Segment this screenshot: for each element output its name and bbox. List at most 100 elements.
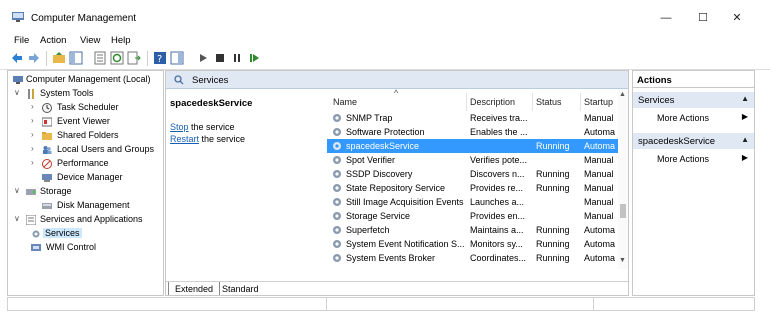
- scroll-down-icon[interactable]: ▼: [619, 257, 626, 264]
- chevron-right-icon[interactable]: ›: [31, 116, 39, 125]
- service-startup: Manual: [584, 113, 614, 123]
- gear-icon: [333, 142, 341, 150]
- vertical-scrollbar[interactable]: ▲ ▼: [618, 89, 628, 269]
- help-icon[interactable]: ?: [153, 51, 167, 65]
- close-button[interactable]: ✕: [722, 8, 752, 28]
- chevron-right-icon[interactable]: ›: [31, 144, 39, 153]
- service-name: SSDP Discovery: [346, 169, 413, 179]
- chevron-right-icon[interactable]: ›: [31, 102, 39, 111]
- tree-item-label: Services and Applications: [40, 214, 143, 224]
- actions-group-services[interactable]: Services ▲: [633, 92, 754, 108]
- forward-icon[interactable]: [27, 51, 41, 65]
- maximize-button[interactable]: ☐: [688, 8, 718, 28]
- toolbar-divider: [46, 51, 47, 66]
- pause-service-icon[interactable]: [230, 51, 244, 65]
- table-row[interactable]: Software Protection Enables the ... Auto…: [327, 125, 618, 139]
- table-row[interactable]: SSDP Discovery Discovers n... Running Ma…: [327, 167, 618, 181]
- scroll-up-icon[interactable]: ▲: [619, 91, 626, 98]
- chevron-right-icon[interactable]: ›: [31, 130, 39, 139]
- table-row[interactable]: System Event Notification S... Monitors …: [327, 237, 618, 251]
- service-startup: Automa: [584, 141, 616, 151]
- service-name: Spot Verifier: [346, 155, 396, 165]
- service-status: Running: [536, 239, 570, 249]
- table-row[interactable]: SNMP Trap Receives tra... Manual: [327, 111, 618, 125]
- start-service-icon[interactable]: [196, 51, 210, 65]
- toolbar-divider: [147, 51, 148, 66]
- show-hide-tree-icon[interactable]: [69, 51, 83, 65]
- tree-item-label: Disk Management: [57, 200, 130, 210]
- search-icon: [174, 75, 184, 85]
- chevron-right-icon[interactable]: ›: [31, 158, 39, 167]
- tree-item-label: Device Manager: [57, 172, 123, 182]
- stop-service-row: Stop the service: [170, 122, 235, 132]
- toolbar: ?: [0, 47, 770, 70]
- service-status: Running: [536, 169, 570, 179]
- console-tree: Computer Management (Local) ∨ System Too…: [7, 70, 164, 296]
- menu-help[interactable]: Help: [111, 35, 131, 46]
- column-header-status[interactable]: Status: [536, 97, 562, 107]
- storage-icon: [26, 189, 36, 195]
- stop-link[interactable]: Stop: [170, 122, 189, 132]
- up-folder-icon[interactable]: [52, 51, 66, 65]
- service-startup: Manual: [584, 197, 614, 207]
- more-actions-spacedeskservice[interactable]: More Actions ▶: [633, 151, 754, 167]
- service-description: Enables the ...: [470, 127, 528, 137]
- restart-link-suffix: the service: [199, 134, 246, 144]
- service-status: Running: [536, 183, 570, 193]
- table-row[interactable]: Superfetch Maintains a... Running Automa: [327, 223, 618, 237]
- tab-extended[interactable]: Extended: [168, 282, 221, 295]
- export-list-icon[interactable]: [127, 51, 141, 65]
- tree-item-label: System Tools: [40, 88, 94, 98]
- show-hide-action-pane-icon[interactable]: [170, 51, 184, 65]
- table-row[interactable]: Storage Service Provides en... Manual: [327, 209, 618, 223]
- chevron-down-icon[interactable]: ∨: [14, 214, 22, 223]
- tab-standard[interactable]: Standard: [216, 282, 265, 295]
- service-name: Storage Service: [346, 211, 411, 221]
- service-startup: Manual: [584, 183, 614, 193]
- gear-icon: [333, 198, 341, 206]
- chevron-down-icon[interactable]: ∨: [14, 186, 22, 195]
- refresh-icon[interactable]: [110, 51, 124, 65]
- table-row[interactable]: State Repository Service Provides re... …: [327, 181, 618, 195]
- table-row-selected[interactable]: spacedeskService Running Automa: [327, 139, 618, 153]
- actions-group-spacedeskservice[interactable]: spacedeskService ▲: [633, 133, 754, 149]
- service-name: SNMP Trap: [346, 113, 393, 123]
- gear-icon: [333, 254, 341, 262]
- column-header-startup[interactable]: Startup: [584, 97, 613, 107]
- collapse-icon[interactable]: ▲: [741, 135, 749, 144]
- column-header-name[interactable]: Name: [333, 97, 357, 107]
- service-status: Running: [536, 253, 570, 263]
- service-description: Monitors sy...: [470, 239, 523, 249]
- properties-icon[interactable]: [93, 51, 107, 65]
- table-row[interactable]: Spot Verifier Verifies pote... Manual: [327, 153, 618, 167]
- more-actions-services[interactable]: More Actions ▶: [633, 110, 754, 126]
- table-row[interactable]: Still Image Acquisition Events Launches …: [327, 195, 618, 209]
- table-row[interactable]: System Events Broker Coordinates... Runn…: [327, 251, 618, 265]
- service-name: Software Protection: [346, 127, 425, 137]
- collapse-icon[interactable]: ▲: [741, 94, 749, 103]
- title-bar: Computer Management — ☐ ✕: [0, 0, 770, 32]
- menu-view[interactable]: View: [80, 35, 100, 46]
- menu-action[interactable]: Action: [40, 35, 66, 46]
- restart-link[interactable]: Restart: [170, 134, 199, 144]
- back-icon[interactable]: [10, 51, 24, 65]
- service-startup: Automa: [584, 127, 616, 137]
- service-name: spacedeskService: [346, 141, 420, 151]
- minimize-button[interactable]: —: [651, 8, 681, 28]
- column-divider: [532, 93, 533, 111]
- column-divider: [466, 93, 467, 111]
- column-header-description[interactable]: Description: [470, 97, 515, 107]
- chevron-down-icon[interactable]: ∨: [14, 88, 22, 97]
- scrollbar-thumb[interactable]: [620, 204, 626, 218]
- menu-file[interactable]: File: [14, 35, 29, 46]
- tree-item-label: Performance: [57, 158, 109, 168]
- service-startup: Manual: [584, 155, 614, 165]
- tree-item-label: Computer Management (Local): [26, 74, 151, 84]
- service-description: Discovers n...: [470, 169, 525, 179]
- service-description: Provides re...: [470, 183, 524, 193]
- restart-service-icon[interactable]: [247, 51, 261, 65]
- services-header: Services: [166, 71, 628, 89]
- stop-service-icon[interactable]: [213, 51, 227, 65]
- tools-icon: [28, 89, 34, 99]
- computer-management-icon: [13, 76, 23, 84]
